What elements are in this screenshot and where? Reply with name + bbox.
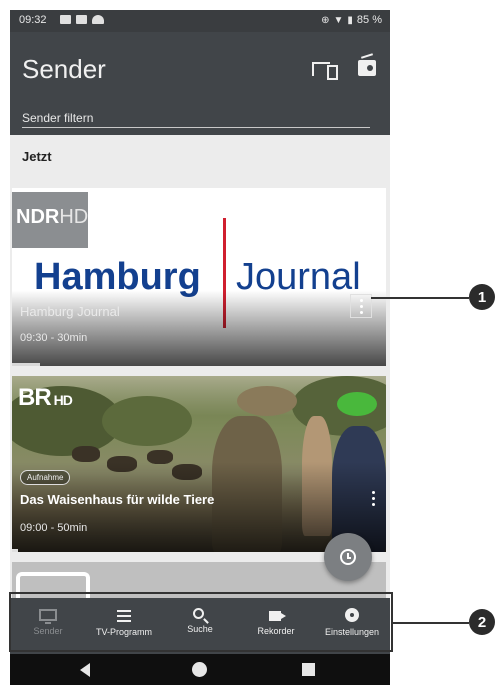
image-notification-icon	[60, 15, 71, 24]
system-navigation-bar	[10, 654, 390, 685]
gear-icon	[345, 608, 359, 622]
callout-line-2	[393, 622, 469, 624]
callout-line-1	[371, 297, 469, 299]
media-notification-icon	[76, 15, 87, 24]
nav-item-rekorder[interactable]: Rekorder	[238, 598, 314, 654]
list-icon	[117, 610, 131, 622]
more-options-button[interactable]	[350, 294, 372, 318]
channel-card-br[interactable]: BR HD Aufnahme Das Waisenhaus für wilde T…	[12, 376, 386, 552]
recording-badge: Aufnahme	[20, 470, 71, 485]
tv-icon	[39, 609, 57, 624]
program-time: 09:30 - 30min	[20, 332, 88, 344]
program-title: Das Waisenhaus für wilde Tiere	[20, 492, 215, 507]
nav-item-sender[interactable]: Sender	[10, 598, 86, 654]
sync-icon: ⊕	[321, 14, 330, 26]
section-now-label: Jetzt	[22, 149, 52, 164]
app-bar: Sender	[10, 32, 390, 135]
channel-card-ndr[interactable]: NDRHD Hamburg Journal Hamburg Journal 09…	[12, 188, 386, 366]
channel-filter-input[interactable]	[22, 108, 370, 128]
status-bar: 09:32 ⊕ ▼ ▮ 85 %	[10, 10, 390, 32]
more-options-button[interactable]	[362, 486, 384, 510]
ndr-hd-logo: NDRHD	[12, 192, 88, 248]
br-hd-logo: BR HD	[18, 384, 73, 411]
back-icon[interactable]	[80, 663, 90, 677]
clock-icon	[340, 549, 356, 565]
page-title: Sender	[22, 54, 106, 84]
program-progress-bar	[12, 549, 18, 552]
nav-item-tv-programm[interactable]: TV-Programm	[86, 598, 162, 654]
bottom-navigation: Sender TV-Programm Suche Rekorder Einste…	[10, 598, 390, 654]
callout-marker-2: 2	[469, 609, 495, 635]
program-progress-bar	[12, 363, 40, 366]
video-camera-icon	[268, 611, 286, 621]
home-icon[interactable]	[192, 662, 207, 677]
status-time: 09:32	[19, 14, 47, 26]
program-title: Hamburg Journal	[20, 304, 120, 319]
battery-icon: ▮	[347, 14, 353, 26]
callout-marker-1: 1	[469, 284, 495, 310]
nav-item-suche[interactable]: Suche	[162, 598, 238, 654]
recent-apps-icon[interactable]	[302, 663, 315, 676]
wifi-icon: ▼	[333, 14, 344, 26]
radio-icon[interactable]	[358, 60, 376, 76]
battery-level: 85 %	[356, 14, 382, 26]
schedule-fab-button[interactable]	[324, 533, 372, 581]
search-icon	[192, 608, 204, 619]
phone-screen: 09:32 ⊕ ▼ ▮ 85 % Sender Jetzt NDRHD Hamb…	[10, 10, 390, 685]
cloud-notification-icon	[92, 15, 104, 24]
cast-devices-icon[interactable]	[312, 62, 338, 80]
program-time: 09:00 - 50min	[20, 522, 88, 534]
nav-item-einstellungen[interactable]: Einstellungen	[314, 598, 390, 654]
